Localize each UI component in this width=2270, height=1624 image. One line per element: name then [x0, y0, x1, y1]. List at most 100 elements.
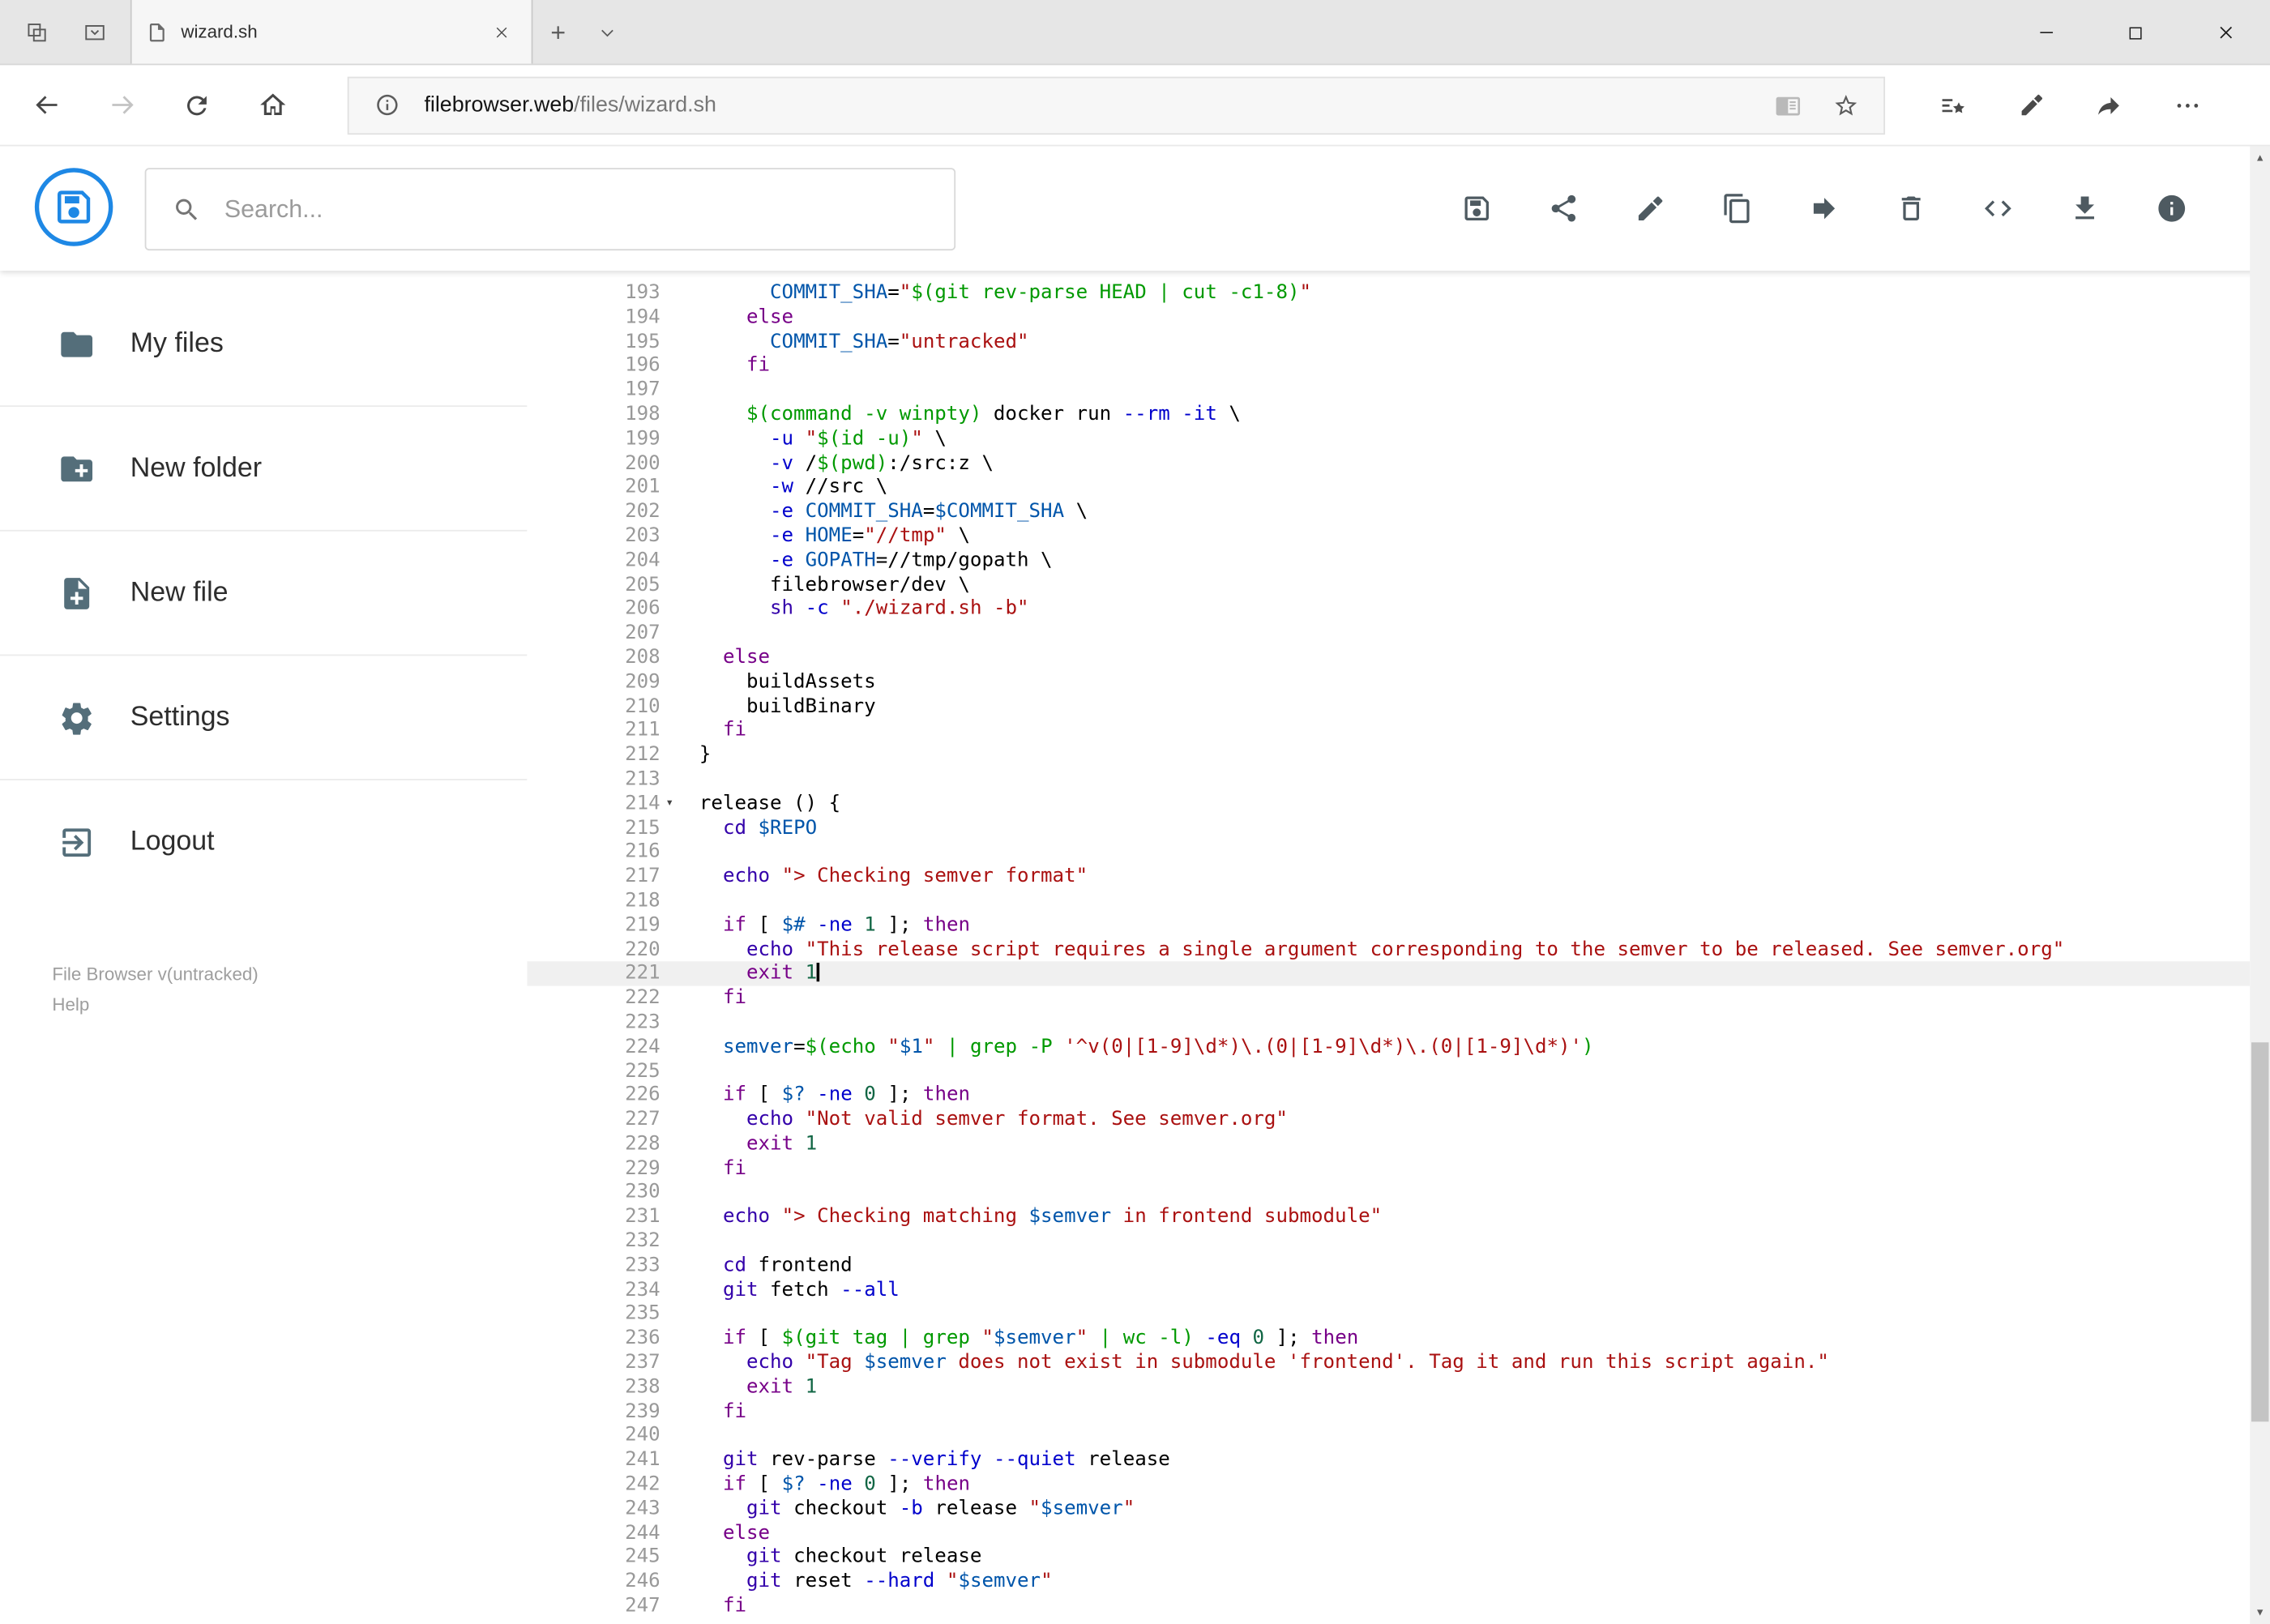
code-line[interactable]: 228 exit 1	[527, 1132, 2250, 1156]
code-line[interactable]: 235	[527, 1302, 2250, 1327]
code-line[interactable]: 217 echo "> Checking semver format"	[527, 865, 2250, 889]
code-line[interactable]: 222 fi	[527, 986, 2250, 1011]
tab-close-icon[interactable]	[485, 16, 516, 48]
code-line[interactable]: 243 git checkout -b release "$semver"	[527, 1497, 2250, 1521]
code-line[interactable]: 232	[527, 1229, 2250, 1254]
code-line[interactable]: 246 git reset --hard "$semver"	[527, 1570, 2250, 1594]
scrollbar-thumb[interactable]	[2251, 1042, 2269, 1422]
sidebar-item-new-file[interactable]: New file	[0, 532, 528, 656]
code-line[interactable]: 199 -u "$(id -u)" \	[527, 427, 2250, 451]
code-line[interactable]: 229 fi	[527, 1156, 2250, 1181]
code-line[interactable]: 203 -e HOME="//tmp" \	[527, 524, 2250, 549]
code-line[interactable]: 233 cd frontend	[527, 1254, 2250, 1278]
code-line[interactable]: 239 fi	[527, 1400, 2250, 1424]
download-icon[interactable]	[2050, 173, 2120, 243]
code-line[interactable]: 196 fi	[527, 354, 2250, 378]
code-line[interactable]: 241 git rev-parse --verify --quiet relea…	[527, 1448, 2250, 1472]
code-line[interactable]: 219 if [ $# -ne 1 ]; then	[527, 913, 2250, 938]
code-line[interactable]: 195 COMMIT_SHA="untracked"	[527, 330, 2250, 354]
code-line[interactable]: 211 fi	[527, 719, 2250, 743]
code-line[interactable]: 245 git checkout release	[527, 1545, 2250, 1570]
web-note-icon[interactable]	[1992, 64, 2070, 145]
filebrowser-logo[interactable]	[34, 168, 113, 246]
code-line[interactable]: 193 COMMIT_SHA="$(git rev-parse HEAD | c…	[527, 281, 2250, 306]
code-line[interactable]: 204 -e GOPATH=//tmp/gopath \	[527, 549, 2250, 573]
code-line[interactable]: 242 if [ $? -ne 0 ]; then	[527, 1472, 2250, 1497]
move-icon[interactable]	[1789, 173, 1859, 243]
browser-tab[interactable]: wizard.sh	[130, 0, 533, 64]
code-line[interactable]: 198 $(command -v winpty) docker run --rm…	[527, 403, 2250, 427]
code-line[interactable]: 206 sh -c "./wizard.sh -b"	[527, 597, 2250, 622]
code-line[interactable]: 194 else	[527, 306, 2250, 330]
code-line[interactable]: 214 ▾ release () {	[527, 792, 2250, 816]
tab-list-chevron-icon[interactable]	[582, 0, 631, 65]
search-input[interactable]	[224, 194, 929, 224]
code-line[interactable]: 208 else	[527, 646, 2250, 670]
home-button[interactable]	[234, 64, 310, 145]
set-tabs-aside-icon[interactable]	[11, 0, 61, 64]
forward-button[interactable]	[84, 64, 160, 145]
code-line[interactable]: 212}	[527, 743, 2250, 767]
code-line[interactable]: 231 echo "> Checking matching $semver in…	[527, 1205, 2250, 1229]
code-line[interactable]: 218	[527, 889, 2250, 913]
search-box[interactable]	[144, 168, 956, 251]
code-line[interactable]: 236 if [ $(git tag | grep "$semver" | wc…	[527, 1327, 2250, 1351]
code-line[interactable]: 227 echo "Not valid semver format. See s…	[527, 1108, 2250, 1132]
delete-icon[interactable]	[1876, 173, 1946, 243]
maximize-button[interactable]	[2091, 0, 2181, 65]
more-options-icon[interactable]	[2148, 64, 2226, 145]
help-link[interactable]: Help	[52, 990, 527, 1021]
code-line[interactable]: 244 else	[527, 1521, 2250, 1545]
sidebar-item-logout[interactable]: Logout	[0, 780, 527, 905]
code-line[interactable]: 220 echo "This release script requires a…	[527, 938, 2250, 962]
code-line[interactable]: 209 buildAssets	[527, 670, 2250, 694]
page-scrollbar[interactable]: ▲ ▼	[2250, 146, 2270, 1624]
code-line[interactable]: 224 semver=$(echo "$1" | grep -P '^v(0|[…	[527, 1035, 2250, 1059]
refresh-button[interactable]	[160, 64, 235, 145]
close-button[interactable]	[2180, 0, 2270, 65]
code-icon[interactable]	[1963, 173, 2033, 243]
code-line[interactable]: 230	[527, 1181, 2250, 1205]
code-line[interactable]: 213	[527, 767, 2250, 792]
code-line[interactable]: 200 -v /$(pwd):/src:z \	[527, 451, 2250, 476]
code-line[interactable]: 237 echo "Tag $semver does not exist in …	[527, 1351, 2250, 1375]
code-editor[interactable]: 193 COMMIT_SHA="$(git rev-parse HEAD | c…	[527, 271, 2251, 1624]
code-line[interactable]: 216	[527, 840, 2250, 865]
code-line[interactable]: 223	[527, 1011, 2250, 1035]
code-line[interactable]: 226 if [ $? -ne 0 ]; then	[527, 1083, 2250, 1108]
share-icon[interactable]	[1529, 173, 1599, 243]
copy-icon[interactable]	[1703, 173, 1772, 243]
code-line[interactable]: 210 buildBinary	[527, 694, 2250, 719]
back-button[interactable]	[9, 64, 84, 145]
code-line[interactable]: 205 filebrowser/dev \	[527, 573, 2250, 597]
favorite-star-icon[interactable]	[1820, 79, 1872, 130]
code-line[interactable]: 240	[527, 1424, 2250, 1448]
sidebar-item-settings[interactable]: Settings	[0, 656, 528, 780]
code-line[interactable]: 221 exit 1	[527, 961, 2251, 986]
sidebar-item-my-files[interactable]: My files	[0, 282, 528, 408]
scroll-up-icon[interactable]: ▲	[2250, 146, 2270, 169]
fold-marker-icon[interactable]: ▾	[660, 792, 679, 816]
code-line[interactable]: 197	[527, 378, 2250, 403]
site-info-icon[interactable]	[361, 79, 413, 130]
code-line[interactable]: 247 fi	[527, 1594, 2250, 1618]
info-icon[interactable]	[2137, 173, 2207, 243]
minimize-button[interactable]	[2001, 0, 2091, 65]
url-bar[interactable]: filebrowser.web/files/wizard.sh	[347, 75, 1886, 135]
tab-preview-icon[interactable]	[70, 0, 119, 64]
sidebar-item-new-folder[interactable]: New folder	[0, 407, 528, 532]
hub-favorites-icon[interactable]	[1914, 64, 1992, 145]
edit-icon[interactable]	[1616, 173, 1686, 243]
code-line[interactable]: 202 -e COMMIT_SHA=$COMMIT_SHA \	[527, 500, 2250, 524]
code-line[interactable]: 238 exit 1	[527, 1375, 2250, 1400]
code-line[interactable]: 201 -w //src \	[527, 476, 2250, 500]
scroll-down-icon[interactable]: ▼	[2250, 1601, 2270, 1624]
code-line[interactable]: 225	[527, 1059, 2250, 1083]
reading-view-icon[interactable]	[1762, 79, 1814, 130]
code-line[interactable]: 215 cd $REPO	[527, 816, 2250, 840]
code-line[interactable]: 207	[527, 622, 2250, 646]
new-tab-button[interactable]	[532, 0, 582, 65]
share-page-icon[interactable]	[2071, 64, 2148, 145]
save-icon[interactable]	[1442, 173, 1511, 243]
code-line[interactable]: 234 git fetch --all	[527, 1278, 2250, 1302]
